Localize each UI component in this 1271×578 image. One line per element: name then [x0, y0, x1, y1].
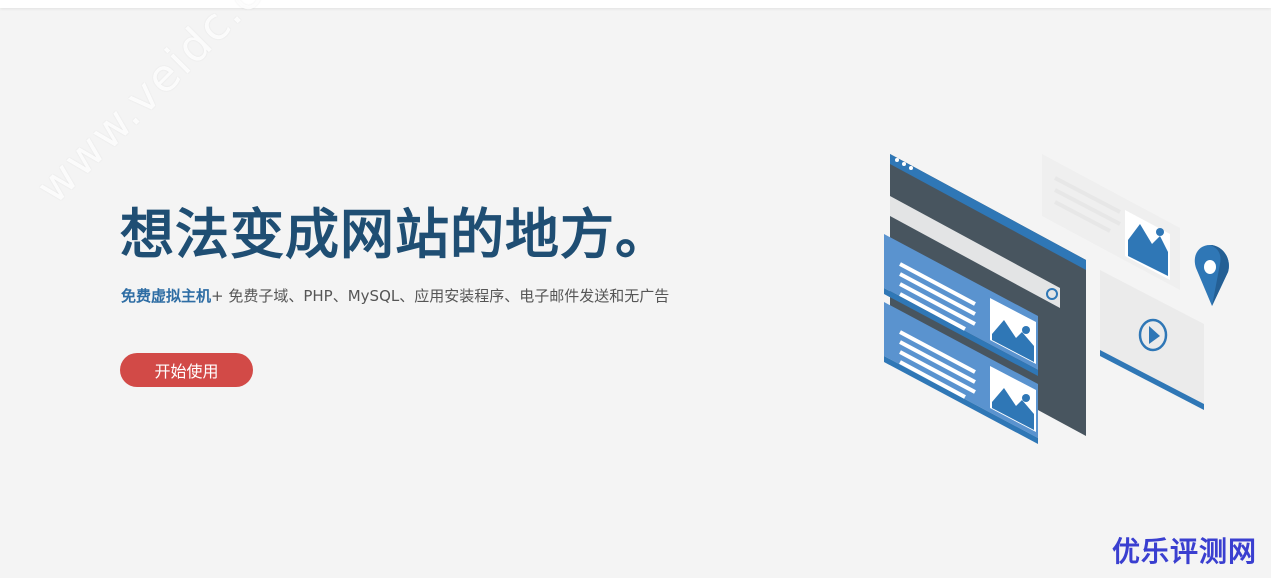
hero-subtitle-highlight: 免费虚拟主机 — [121, 287, 212, 305]
hero-title: 想法变成网站的地方。 — [120, 203, 670, 266]
get-started-button[interactable]: 开始使用 — [120, 353, 253, 387]
brand-watermark: 优乐评测网 — [1111, 535, 1257, 568]
hero-subtitle-features: + 免费子域、PHP、MySQL、应用安装程序、电子邮件发送和无广告 — [211, 287, 670, 305]
watermark-url: www.veidc.com — [26, 0, 325, 214]
video-panel — [1100, 270, 1204, 410]
hero-subtitle: 免费虚拟主机+ 免费子域、PHP、MySQL、应用安装程序、电子邮件发送和无广告 — [121, 285, 669, 306]
top-nav-bar — [0, 0, 1271, 8]
hosting-illustration — [884, 154, 1229, 444]
hero-page: 想法变成网站的地方。 免费虚拟主机+ 免费子域、PHP、MySQL、应用安装程序… — [0, 0, 1271, 578]
map-pin-icon — [1194, 245, 1229, 306]
